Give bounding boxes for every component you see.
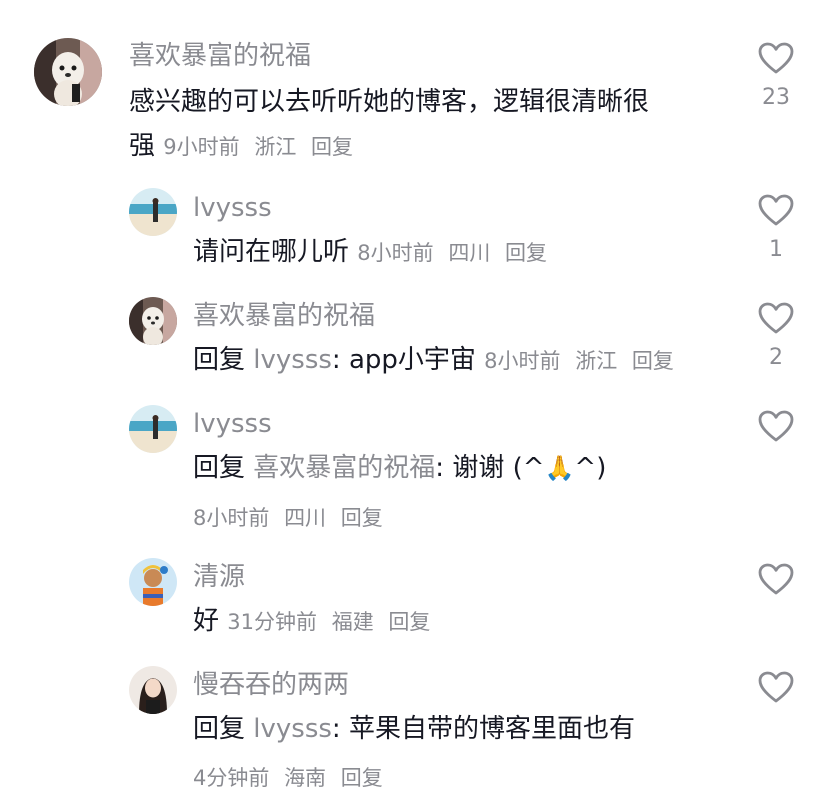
avatar[interactable] <box>129 405 177 453</box>
comment-meta: 9小时前 浙江 回复 <box>163 135 353 159</box>
heart-outline-icon <box>758 302 794 334</box>
like-button[interactable] <box>752 671 800 715</box>
heart-outline-icon <box>758 563 794 595</box>
username[interactable]: lvysss <box>193 408 272 440</box>
timestamp: 4分钟前 <box>193 766 270 790</box>
reply-button[interactable]: 回复 <box>311 135 353 159</box>
reply-button[interactable]: 回复 <box>341 506 383 530</box>
heart-outline-icon <box>758 42 794 74</box>
avatar[interactable] <box>34 38 102 106</box>
username[interactable]: 清源 <box>193 561 245 593</box>
comment-text: 好 31分钟前 福建 回复 <box>193 599 430 644</box>
heart-outline-icon <box>758 410 794 442</box>
timestamp: 8小时前 <box>193 506 270 530</box>
location: 浙江 <box>575 349 618 373</box>
heart-outline-icon <box>758 194 794 226</box>
comment-text-line-2-wrap: 强 9小时前 浙江 回复 <box>129 124 729 169</box>
like-button[interactable]: 23 <box>752 42 800 110</box>
heart-outline-icon <box>758 671 794 703</box>
timestamp: 8小时前 <box>357 241 434 265</box>
username[interactable]: 喜欢暴富的祝福 <box>129 40 311 72</box>
reply-prefix: 回复 <box>193 345 246 375</box>
username[interactable]: 喜欢暴富的祝福 <box>193 300 375 332</box>
comment-text: 请问在哪儿听 8小时前 四川 回复 <box>193 230 547 275</box>
comment-body: : 苹果自带的博客里面也有 <box>331 714 635 744</box>
reply-button[interactable]: 回复 <box>505 241 547 265</box>
comment-meta: 31分钟前 福建 回复 <box>227 610 430 634</box>
like-count: 23 <box>762 85 790 110</box>
location: 福建 <box>331 610 374 634</box>
timestamp: 31分钟前 <box>227 610 318 634</box>
timestamp: 8小时前 <box>484 349 561 373</box>
comment-meta: 4分钟前 海南 回复 <box>193 762 383 792</box>
timestamp: 9小时前 <box>163 135 240 159</box>
comment-body-end: ^) <box>574 453 607 483</box>
reply-button[interactable]: 回复 <box>341 766 383 790</box>
comment-text: 感兴趣的可以去听听她的博客，逻辑很清晰很 强 9小时前 浙江 回复 <box>129 80 729 169</box>
username[interactable]: 慢吞吞的两两 <box>193 669 349 701</box>
reply-target-username[interactable]: lvysss <box>253 345 332 375</box>
like-count: 2 <box>769 345 783 370</box>
comment-text: 回复 喜欢暴富的祝福: 谢谢 (^🙏^) <box>193 446 606 490</box>
comment-body: : app小宇宙 <box>331 345 476 375</box>
comment-body: 请问在哪儿听 <box>193 237 350 267</box>
pray-emoji-icon: 🙏 <box>544 454 575 482</box>
reply-prefix: 回复 <box>193 714 246 744</box>
comment-text: 回复 lvysss: 苹果自带的博客里面也有 <box>193 707 635 751</box>
like-button[interactable] <box>752 563 800 607</box>
avatar[interactable] <box>129 188 177 236</box>
location: 四川 <box>284 506 327 530</box>
comment-text: 回复 lvysss: app小宇宙 8小时前 浙江 回复 <box>193 338 674 383</box>
like-button[interactable] <box>752 410 800 454</box>
comment-meta: 8小时前 浙江 回复 <box>484 349 674 373</box>
reply-button[interactable]: 回复 <box>632 349 674 373</box>
reply-button[interactable]: 回复 <box>388 610 430 634</box>
location: 海南 <box>284 766 327 790</box>
reply-target-username[interactable]: lvysss <box>253 714 332 744</box>
avatar[interactable] <box>129 666 177 714</box>
like-button[interactable]: 2 <box>752 302 800 370</box>
comment-meta: 8小时前 四川 回复 <box>193 502 383 532</box>
like-button[interactable]: 1 <box>752 194 800 262</box>
avatar[interactable] <box>129 297 177 345</box>
comment-body: 好 <box>193 606 220 636</box>
reply-target-username[interactable]: 喜欢暴富的祝福 <box>253 453 435 483</box>
comment-body-start: : 谢谢 (^ <box>435 453 545 483</box>
avatar[interactable] <box>129 558 177 606</box>
reply-prefix: 回复 <box>193 453 246 483</box>
username[interactable]: lvysss <box>193 192 272 224</box>
comment-text-line-2: 强 <box>129 131 156 161</box>
like-count: 1 <box>769 237 783 262</box>
location: 浙江 <box>254 135 297 159</box>
comment-meta: 8小时前 四川 回复 <box>357 241 547 265</box>
location: 四川 <box>448 241 491 265</box>
comment-text-line-1: 感兴趣的可以去听听她的博客，逻辑很清晰很 <box>129 87 650 117</box>
